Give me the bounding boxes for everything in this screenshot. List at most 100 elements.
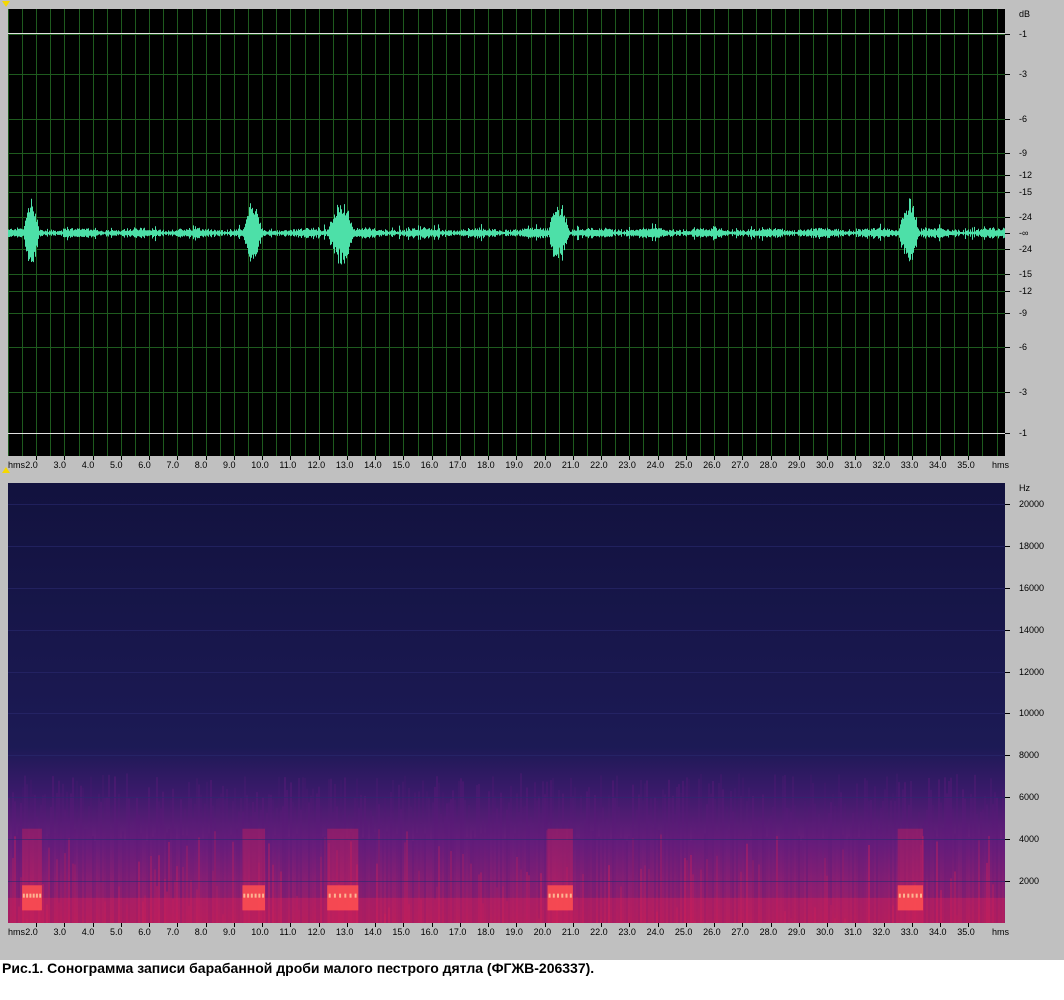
spec-time-tick-mark xyxy=(318,923,320,927)
spectrogram-burst-pulse xyxy=(247,893,250,898)
spec-time-tick-label: 33.0 xyxy=(900,927,919,937)
wave-time-tick-label: 29.0 xyxy=(787,460,806,470)
spec-time-tick-label: 7.0 xyxy=(166,927,179,937)
spec-time-tick-label: 22.0 xyxy=(590,927,608,937)
selection-end-marker[interactable] xyxy=(2,467,10,473)
spec-time-tick-label: 21.0 xyxy=(561,927,580,937)
spectrogram-plot[interactable] xyxy=(8,483,1005,923)
spec-time-tick-label: 23.0 xyxy=(618,927,636,937)
db-tick-label: -3 xyxy=(1019,387,1028,397)
selection-start-marker[interactable] xyxy=(2,1,10,7)
hz-tick-label: 14000 xyxy=(1019,624,1045,635)
spec-time-tick-label: 20.0 xyxy=(533,927,552,937)
spec-time-tick-label: 24.0 xyxy=(646,927,665,937)
wave-time-tick-mark xyxy=(120,456,122,460)
db-tick-mark xyxy=(1005,291,1010,292)
hz-tick-label: 20000 xyxy=(1019,498,1045,509)
spec-time-tick-mark xyxy=(714,923,716,927)
wave-time-tick-label: 27.0 xyxy=(731,460,749,470)
wave-time-tick-mark xyxy=(64,456,66,460)
spectrogram-burst-pulse xyxy=(250,893,253,898)
wave-time-tick-mark xyxy=(375,456,377,460)
spec-time-tick-mark xyxy=(601,923,603,927)
spectrogram-burst-pulse xyxy=(29,893,32,898)
db-tick-mark xyxy=(1005,249,1010,250)
hz-tick-mark xyxy=(1005,629,1010,631)
wave-time-tick-label: 7.0 xyxy=(166,460,179,470)
time-ruler-waveform[interactable]: hms 2.0 3.0 4.0 5.0 6.0 7.0 8.0 9.0 10.0 11.0 12.0 1… xyxy=(0,456,1064,474)
wave-time-tick-mark xyxy=(205,456,207,460)
spec-time-tick-mark xyxy=(911,923,913,927)
spec-time-tick-label: 15.0 xyxy=(392,927,410,937)
wave-time-tick-label: 28.0 xyxy=(759,460,778,470)
wave-time-tick-mark xyxy=(290,456,292,460)
spec-time-tick-label: 6.0 xyxy=(138,927,151,937)
db-tick-label: -6 xyxy=(1019,114,1028,124)
spec-time-tick-mark xyxy=(770,923,772,927)
spec-time-tick-label: 29.0 xyxy=(787,927,806,937)
hz-tick-mark xyxy=(1005,545,1010,547)
figure-caption: Рис.1. Сонограмма записи барабанной дроб… xyxy=(2,960,595,976)
spec-time-tick-label: 19.0 xyxy=(505,927,523,937)
hz-tick-label: 2000 xyxy=(1019,876,1040,887)
spectrogram-burst-pulse xyxy=(561,893,564,898)
wave-time-tick-label: 22.0 xyxy=(590,460,608,470)
spec-time-tick-label: 30.0 xyxy=(816,927,834,937)
wave-time-tick-label: 17.0 xyxy=(448,460,467,470)
spectrogram-burst-pulse xyxy=(552,893,555,898)
db-tick-mark xyxy=(1005,192,1010,193)
spectrogram-burst-pulse xyxy=(915,893,918,898)
wave-time-tick-label: 26.0 xyxy=(703,460,721,470)
db-scale: dB -1 -3 -6 -9 -12 -15 -24 -∞ -24 -15 -12 -9 -6 -3 -1 xyxy=(1005,9,1061,456)
hz-tick-mark xyxy=(1005,839,1010,841)
waveform-plot[interactable] xyxy=(8,9,1005,456)
spectrogram-burst-pulse xyxy=(35,893,38,898)
spectrogram-burst-pulse xyxy=(344,893,347,898)
hz-tick-mark xyxy=(1005,503,1010,505)
spectrogram-burst-pulse xyxy=(354,893,357,898)
spectrogram-burst-pulse xyxy=(903,893,905,898)
spectrogram-burst-pulse xyxy=(548,893,551,898)
wave-time-tick-mark xyxy=(403,456,405,460)
db-tick-mark xyxy=(1005,313,1010,314)
time-ruler-spectrogram[interactable]: hms 2.0 3.0 4.0 5.0 6.0 7.0 8.0 9.0 10.0 11.0 12.0 1… xyxy=(0,923,1064,941)
spectrogram-burst-peak xyxy=(547,885,573,911)
spec-time-tick-label: 31.0 xyxy=(844,927,862,937)
wave-time-tick-label: 25.0 xyxy=(674,460,693,470)
wave-time-tick-mark xyxy=(572,456,574,460)
hz-tick-label: 12000 xyxy=(1019,666,1045,677)
wave-time-tick-mark xyxy=(742,456,744,460)
spectrogram-burst-peak xyxy=(327,885,359,911)
spec-time-tick-label: 17.0 xyxy=(448,927,467,937)
spec-time-tick-mark xyxy=(827,923,829,927)
spectrogram-burst-pulse xyxy=(328,893,331,898)
spectrogram-panel[interactable]: Hz 20000 18000 16000 14000 12000 10000 8000 6000… xyxy=(0,475,1064,960)
spectrogram-burst-pulse xyxy=(920,893,922,898)
db-tick-mark xyxy=(1005,433,1010,434)
wave-time-tick-label: 31.0 xyxy=(844,460,862,470)
db-tick-label: -24 xyxy=(1019,212,1033,222)
spec-time-tick-mark xyxy=(798,923,800,927)
db-tick-mark xyxy=(1005,233,1010,234)
wave-time-tick-mark xyxy=(714,456,716,460)
hz-tick-mark xyxy=(1005,797,1010,799)
spec-time-tick-mark xyxy=(262,923,264,927)
spec-time-tick-label: 13.0 xyxy=(335,927,354,937)
spec-time-tick-label: 8.0 xyxy=(194,927,208,937)
spec-time-tick-label: 34.0 xyxy=(929,927,947,937)
spec-time-tick-mark xyxy=(657,923,659,927)
hz-tick-mark xyxy=(1005,713,1010,715)
db-tick-label: -1 xyxy=(1019,29,1028,39)
wave-time-tick-label: 10.0 xyxy=(251,460,269,470)
wave-time-unit-right: hms xyxy=(992,460,1010,470)
spectrogram-burst-pulse xyxy=(26,893,29,898)
spec-time-tick-label: 12.0 xyxy=(307,927,326,937)
wave-time-tick-mark xyxy=(177,456,179,460)
db-tick-mark xyxy=(1005,392,1010,393)
db-tick-mark xyxy=(1005,217,1010,218)
wave-time-tick-label: 2.0 xyxy=(25,460,38,470)
spec-time-tick-label: 2.0 xyxy=(25,927,38,937)
spec-time-tick-mark xyxy=(149,923,151,927)
waveform-panel[interactable]: dB -1 -3 -6 -9 -12 -15 -24 -∞ -24 -15 -12 -9 -6 -3 -1 h… xyxy=(0,0,1064,475)
spec-time-tick-label: 9.0 xyxy=(222,927,236,937)
